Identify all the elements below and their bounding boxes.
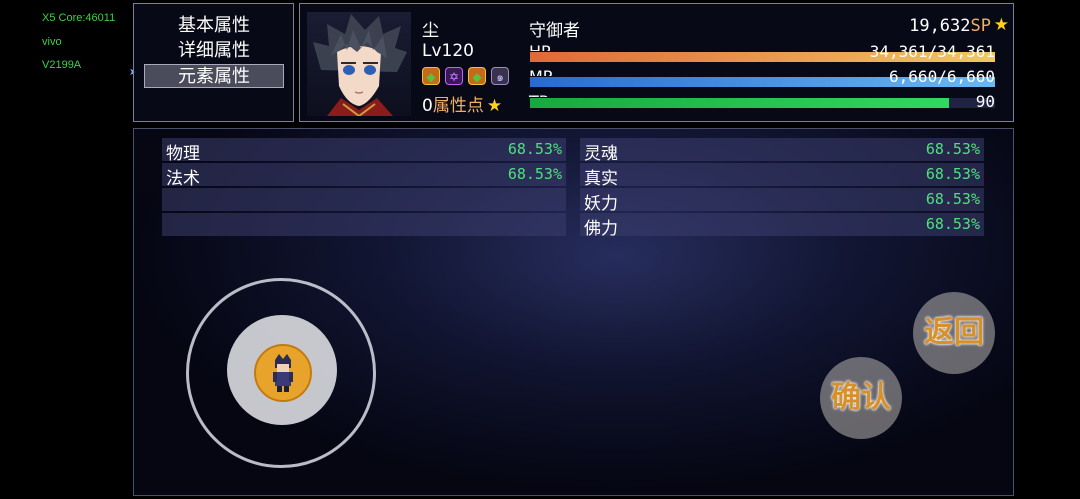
element-name: 物理 <box>166 144 200 164</box>
element-value: 68.53% <box>925 165 980 183</box>
debug-core-text: X5 Core:46011 <box>42 12 116 24</box>
character-name: 尘 <box>422 21 439 41</box>
confirm-button[interactable]: 确认 <box>820 357 902 439</box>
sp-unit: SP <box>970 16 991 36</box>
joystick-knob[interactable] <box>254 344 312 402</box>
element-value: 68.53% <box>925 215 980 233</box>
element-row <box>162 188 566 211</box>
attribute-points: 0属性点 ★ <box>422 91 502 116</box>
character-level: Lv120 <box>422 41 474 61</box>
element-value: 68.53% <box>507 165 562 183</box>
sp-value: 19,632 <box>909 16 971 36</box>
attribute-menu: 基本属性 详细属性 元素属性 <box>133 3 294 122</box>
element-name: 法术 <box>166 169 200 189</box>
tp-bar-fill <box>530 98 949 108</box>
element-row: 佛力 68.53% <box>580 213 984 239</box>
element-row: 真实 68.53% <box>580 163 984 189</box>
tp-value: 90 <box>975 92 995 111</box>
pentagram-icon: ✡ <box>445 67 463 85</box>
tp-bar <box>529 97 996 109</box>
element-name: 佛力 <box>584 219 618 239</box>
element-name: 灵魂 <box>584 144 618 164</box>
debug-model-text: V2199A <box>42 59 82 71</box>
character-class: 守御者 <box>529 21 580 41</box>
sp-star-icon: ★ <box>993 15 1009 35</box>
character-portrait <box>307 12 411 116</box>
element-row <box>162 213 566 236</box>
element-row: 物理 68.53% <box>162 138 566 164</box>
hp-value: 34,361/34,361 <box>869 42 995 61</box>
menu-item-basic[interactable]: 基本属性 <box>144 14 284 38</box>
element-value: 68.53% <box>925 140 980 158</box>
attribute-points-value: 0 <box>422 96 433 116</box>
shield-icon: ◆ <box>422 67 440 85</box>
element-name: 妖力 <box>584 194 618 214</box>
attribute-points-label: 属性点 <box>432 96 484 116</box>
element-row: 法术 68.53% <box>162 163 566 189</box>
debug-brand-text: vivo <box>42 36 62 48</box>
character-sprite-icon <box>273 354 293 392</box>
element-row: 灵魂 68.53% <box>580 138 984 164</box>
back-button[interactable]: 返回 <box>913 292 995 374</box>
shield-icon: ◆ <box>468 67 486 85</box>
element-value: 68.53% <box>507 140 562 158</box>
star-icon: ★ <box>486 96 503 116</box>
menu-item-element[interactable]: 元素属性 <box>144 64 284 88</box>
menu-item-detail[interactable]: 详细属性 <box>144 39 284 63</box>
element-name: 真实 <box>584 169 618 189</box>
element-value: 68.53% <box>925 190 980 208</box>
character-status-panel: 尘 Lv120 ◆ ✡ ◆ ๑ 0属性点★ 守御者 19,632SP ★ HP … <box>299 3 1014 122</box>
swirl-icon: ๑ <box>491 67 509 85</box>
sp-display: 19,632SP <box>909 16 991 36</box>
element-row: 妖力 68.53% <box>580 188 984 214</box>
mp-value: 6,660/6,660 <box>889 67 995 86</box>
